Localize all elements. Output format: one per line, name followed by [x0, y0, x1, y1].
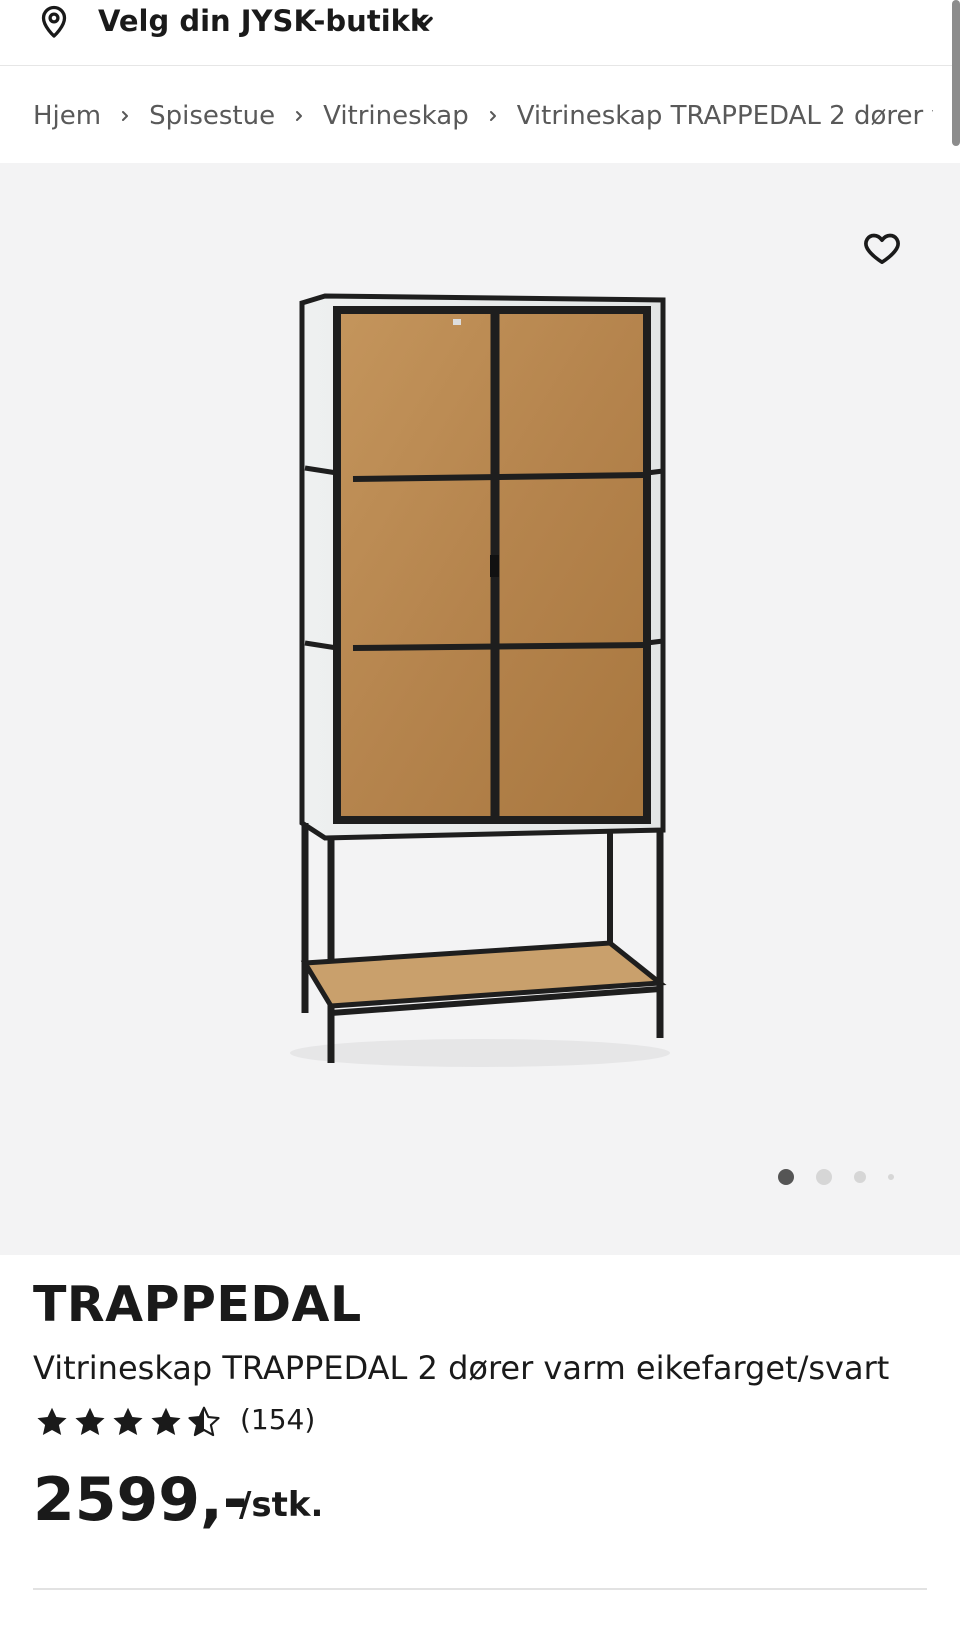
chevron-right-icon — [469, 92, 517, 140]
divider — [33, 1588, 927, 1590]
breadcrumb-link-display-cabinets[interactable]: Vitrineskap — [323, 92, 469, 140]
star-icon — [37, 1407, 67, 1436]
store-selector-label[interactable]: Velg din JYSK-butikk — [98, 2, 429, 40]
star-icon — [151, 1407, 181, 1436]
product-rating[interactable]: (154) — [34, 1402, 434, 1442]
price-unit: /stk. — [239, 1485, 324, 1525]
star-icon — [75, 1407, 105, 1436]
carousel-dot-active[interactable] — [778, 1169, 794, 1185]
scrollbar-thumb[interactable] — [952, 0, 960, 146]
carousel-dot[interactable] — [854, 1171, 866, 1183]
store-selector-bar[interactable]: Velg din JYSK-butikk — [0, 0, 960, 66]
chevron-down-icon[interactable] — [410, 8, 438, 36]
map-pin-icon — [41, 5, 67, 38]
image-carousel-dots[interactable] — [770, 1165, 910, 1189]
star-half-icon — [188, 1406, 220, 1437]
heart-icon[interactable] — [862, 228, 902, 268]
breadcrumb-link-home[interactable]: Hjem — [33, 92, 101, 140]
breadcrumb-link-dining-room[interactable]: Spisestue — [149, 92, 275, 140]
carousel-dot[interactable] — [888, 1174, 894, 1180]
product-price: 2599,- — [33, 1465, 248, 1535]
product-image-display-cabinet — [290, 293, 670, 1067]
product-brand: TRAPPEDAL — [33, 1276, 362, 1333]
chevron-right-icon — [275, 92, 323, 140]
chevron-right-icon — [101, 92, 149, 140]
star-icon — [113, 1407, 143, 1436]
breadcrumb-current-product: Vitrineskap TRAPPEDAL 2 dører varm eikef… — [516, 101, 933, 131]
breadcrumb: Hjem Spisestue Vitrineskap Vitrineskap TRAP… — [33, 92, 933, 140]
price-row: 2599,- /stk. — [33, 1460, 633, 1540]
product-name: Vitrineskap TRAPPEDAL 2 dører varm eikef… — [33, 1349, 890, 1387]
product-image-gallery[interactable] — [0, 163, 960, 1255]
review-count[interactable]: (154) — [240, 1402, 315, 1438]
carousel-dot[interactable] — [816, 1169, 832, 1185]
